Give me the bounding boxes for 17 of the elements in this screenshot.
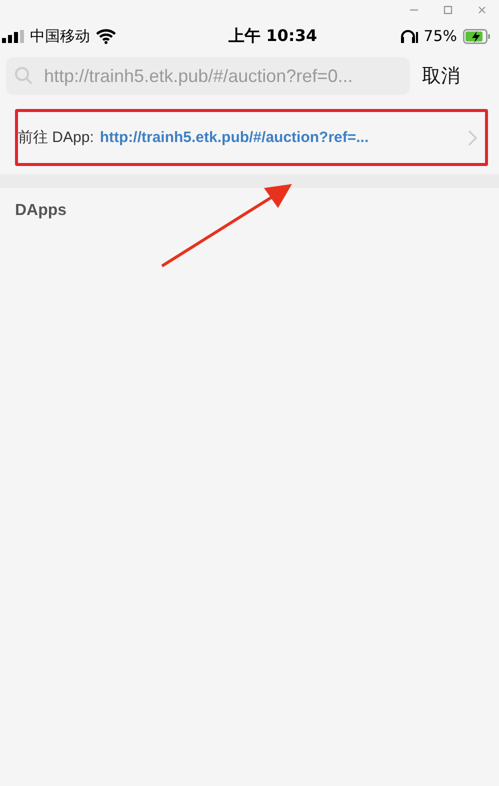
- search-icon: [14, 66, 34, 86]
- section-title: DApps: [14, 201, 67, 220]
- close-icon[interactable]: [477, 5, 487, 15]
- cancel-button[interactable]: 取消: [416, 63, 466, 89]
- signal-icon: [2, 30, 24, 42]
- battery-charging-icon: [463, 28, 491, 44]
- carrier-name: 中国移动: [30, 26, 90, 46]
- chevron-right-icon: [468, 130, 477, 146]
- goto-label: 前往 DApp:: [18, 128, 94, 147]
- dapp-link-row[interactable]: 前往 DApp: http://trainh5.etk.pub/#/auction?ref=...: [18, 112, 485, 163]
- dapp-url-link[interactable]: http://trainh5.etk.pub/#/auction?ref=...: [100, 129, 369, 146]
- headphones-icon: [400, 29, 418, 43]
- battery-percent: 75%: [424, 27, 457, 45]
- clock-time: 上午 10:34: [228, 26, 318, 46]
- maximize-icon[interactable]: [443, 5, 453, 15]
- search-field[interactable]: http://trainh5.etk.pub/#/auction?ref=0...: [6, 57, 410, 95]
- wifi-icon: [96, 28, 116, 44]
